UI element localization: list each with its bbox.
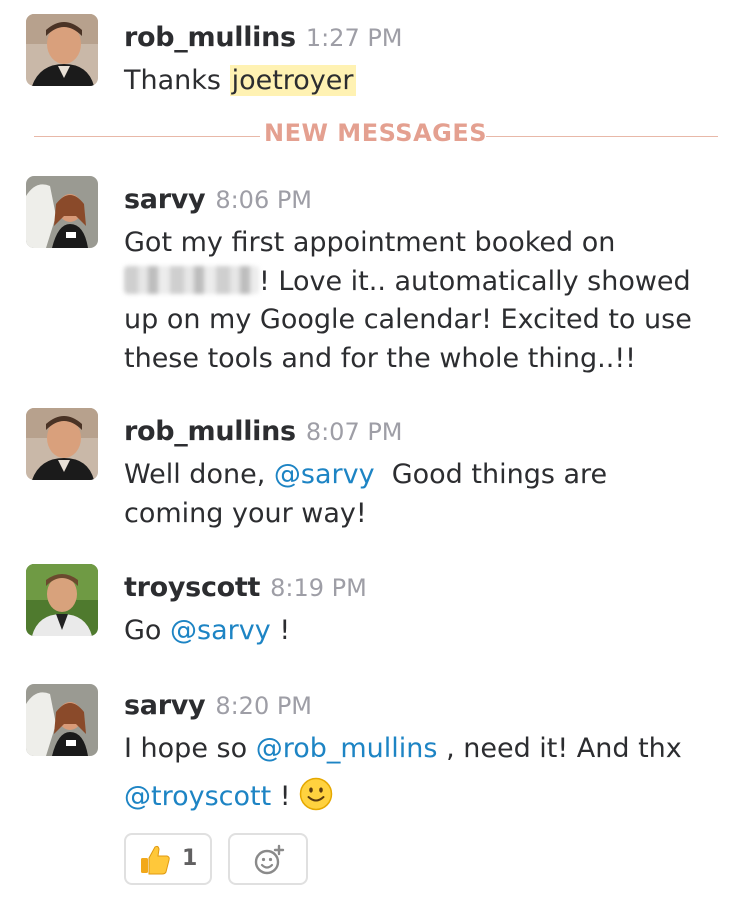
avatar[interactable] bbox=[26, 408, 98, 480]
message-text: I hope so @rob_mullins , need it! And th… bbox=[124, 730, 682, 816]
divider-line-left bbox=[34, 136, 260, 137]
timestamp[interactable]: 8:07 PM bbox=[306, 418, 403, 446]
text-line: coming your way! bbox=[124, 497, 367, 529]
avatar[interactable] bbox=[26, 564, 98, 636]
rob-avatar-image bbox=[26, 408, 98, 480]
reaction-thumbs-up[interactable]: 1 bbox=[124, 833, 212, 885]
mention-link[interactable]: @troyscott bbox=[124, 781, 271, 812]
message-text: Go @sarvy ! bbox=[124, 612, 290, 651]
text-line: up on my Google calendar! Excited to use bbox=[124, 304, 692, 335]
text-line: I hope so @rob_mullins , need it! And th… bbox=[124, 730, 682, 769]
troy-avatar-image bbox=[26, 564, 98, 636]
add-reaction-icon bbox=[254, 844, 285, 875]
avatar[interactable] bbox=[26, 14, 98, 86]
username[interactable]: rob_mullins bbox=[124, 416, 296, 447]
text-line: these tools and for the whole thing..!! bbox=[124, 342, 636, 374]
username[interactable]: sarvy bbox=[124, 184, 206, 215]
username[interactable]: rob_mullins bbox=[124, 22, 296, 53]
timestamp[interactable]: 1:27 PM bbox=[306, 24, 403, 52]
mention-link[interactable]: @rob_mullins bbox=[256, 733, 438, 764]
message-text: Got my first appointment booked on ! Lov… bbox=[124, 224, 692, 378]
text-span: ! Love it.. automatically showed bbox=[259, 265, 691, 297]
sarvy-avatar-image bbox=[26, 176, 98, 248]
thumbs-up-icon bbox=[141, 845, 170, 875]
username[interactable]: troyscott bbox=[124, 572, 260, 603]
avatar[interactable] bbox=[26, 176, 98, 248]
add-reaction-button[interactable] bbox=[228, 833, 308, 885]
highlighted-keyword: joetroyer bbox=[229, 65, 356, 96]
divider-line-right bbox=[486, 136, 718, 137]
text-span: Well done, bbox=[124, 459, 266, 490]
text-span: Go bbox=[124, 615, 162, 646]
text-span: ! bbox=[279, 780, 291, 812]
avatar[interactable] bbox=[26, 684, 98, 756]
rob-avatar-image bbox=[26, 14, 98, 86]
text-span: Thanks bbox=[124, 65, 221, 96]
text-line: Well done, @sarvy Good things are bbox=[124, 456, 607, 495]
text-span: I hope so bbox=[124, 733, 248, 764]
text-span: Good things are bbox=[391, 459, 608, 490]
mention-link[interactable]: @sarvy bbox=[274, 459, 375, 490]
message-text: Thanks joetroyer bbox=[124, 62, 356, 101]
text-line: Got my first appointment booked on bbox=[124, 227, 616, 258]
new-messages-divider: NEW MESSAGES bbox=[34, 119, 718, 155]
smiley-emoji-icon bbox=[299, 777, 333, 810]
sarvy-avatar-image bbox=[26, 684, 98, 756]
reaction-count: 1 bbox=[182, 846, 198, 871]
new-messages-label: NEW MESSAGES bbox=[264, 119, 488, 147]
text-line: ! Love it.. automatically showed bbox=[124, 263, 692, 302]
text-span: ! bbox=[279, 615, 291, 646]
username[interactable]: sarvy bbox=[124, 690, 206, 721]
timestamp[interactable]: 8:06 PM bbox=[215, 186, 312, 214]
text-span: , need it! And thx bbox=[446, 733, 682, 764]
redacted-text bbox=[124, 265, 259, 294]
text-line: @troyscott ! bbox=[124, 777, 682, 817]
mention-link[interactable]: @sarvy bbox=[170, 615, 271, 646]
message-text: Well done, @sarvy Good things are coming… bbox=[124, 456, 607, 533]
timestamp[interactable]: 8:20 PM bbox=[215, 692, 312, 720]
timestamp[interactable]: 8:19 PM bbox=[270, 574, 367, 602]
